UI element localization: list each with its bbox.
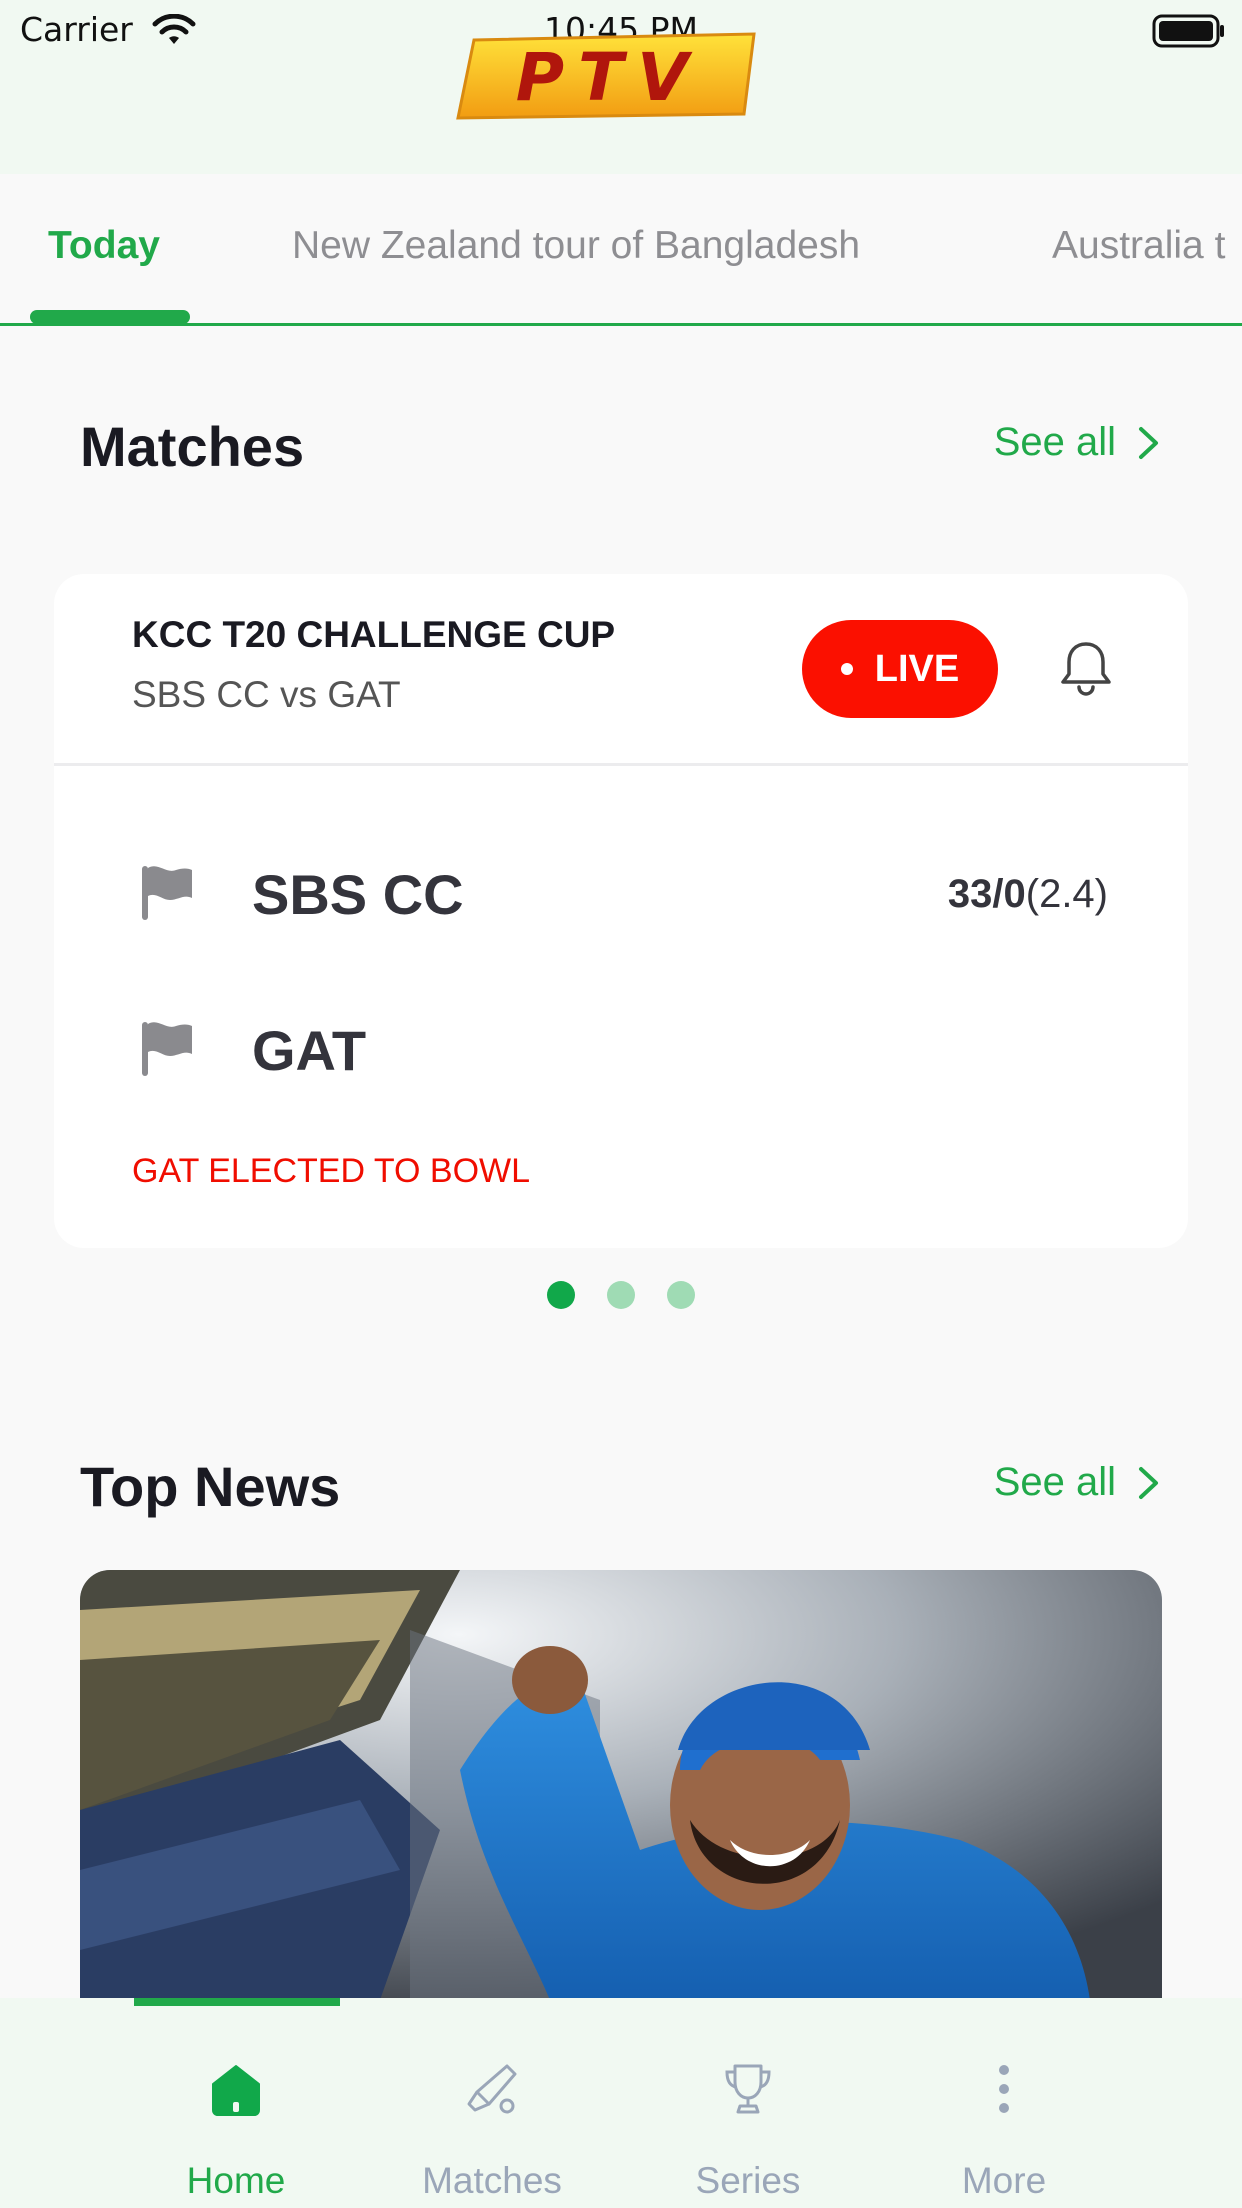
nav-more-label: More xyxy=(961,2160,1047,2201)
tab-new-zealand-tour[interactable]: New Zealand tour of Bangladesh xyxy=(292,224,860,268)
tab-indicator xyxy=(30,310,190,323)
nav-series-label: Series xyxy=(695,2160,801,2201)
team-row: SBS CC 33/0(2.4) xyxy=(54,846,1188,936)
top-header: Carrier 10:45 PM PTV xyxy=(0,0,1242,174)
flag-icon xyxy=(142,866,192,920)
cricket-bat-icon xyxy=(467,2064,517,2114)
flag-icon xyxy=(142,1022,192,1076)
nav-indicator xyxy=(134,1998,340,2006)
nav-matches-label: Matches xyxy=(422,2160,562,2201)
pager-dot[interactable] xyxy=(607,1281,635,1309)
carousel-pager xyxy=(0,1281,1242,1309)
series-name: KCC T20 CHALLENGE CUP xyxy=(132,614,616,655)
ptv-logo: PTV xyxy=(456,32,756,120)
top-news-title: Top News xyxy=(80,1455,341,1518)
series-tabs: Today New Zealand tour of Bangladesh Aus… xyxy=(0,174,1242,326)
nav-matches[interactable]: Matches xyxy=(364,2060,620,2202)
nav-home[interactable]: Home xyxy=(108,2060,364,2202)
match-status: GAT ELECTED TO BOWL xyxy=(132,1152,531,1190)
chevron-right-icon xyxy=(1139,1466,1158,1499)
news-photo xyxy=(80,1570,1162,2000)
match-card[interactable]: KCC T20 CHALLENGE CUP SBS CC vs GAT LIVE… xyxy=(54,574,1188,1248)
pager-dot-active[interactable] xyxy=(547,1281,575,1309)
match-card-header: KCC T20 CHALLENGE CUP SBS CC vs GAT LIVE xyxy=(54,574,1188,766)
trophy-icon xyxy=(725,2064,771,2114)
team-name: SBS CC xyxy=(252,863,464,926)
matches-see-all-button[interactable]: See all xyxy=(994,420,1162,465)
bell-icon[interactable] xyxy=(1056,638,1116,698)
team-score: 33/0(2.4) xyxy=(948,872,1108,917)
tab-today[interactable]: Today xyxy=(48,224,160,268)
team-name: GAT xyxy=(252,1019,367,1082)
home-icon xyxy=(212,2065,260,2116)
live-dot xyxy=(840,663,853,675)
nav-more[interactable]: More xyxy=(876,2060,1132,2202)
fixture-label: SBS CC vs GAT xyxy=(132,674,401,715)
tab-australia[interactable]: Australia t xyxy=(1052,224,1225,268)
see-all-label: See all xyxy=(993,1460,1116,1504)
more-vertical-icon xyxy=(999,2065,1009,2113)
news-image[interactable] xyxy=(80,1570,1162,2000)
battery-icon xyxy=(1152,14,1224,48)
live-label: LIVE xyxy=(874,647,960,690)
svg-text:PTV: PTV xyxy=(516,39,702,116)
live-badge: LIVE xyxy=(802,620,998,718)
nav-series[interactable]: Series xyxy=(620,2060,876,2202)
matches-title: Matches xyxy=(80,415,305,478)
bottom-nav: Home Matches Series More xyxy=(0,1998,1242,2208)
overs: (2.4) xyxy=(1025,872,1108,916)
news-see-all-button[interactable]: See all xyxy=(994,1460,1162,1505)
nav-home-label: Home xyxy=(186,2160,286,2201)
runs-wickets: 33/0 xyxy=(947,872,1026,916)
pager-dot[interactable] xyxy=(667,1281,695,1309)
chevron-right-icon xyxy=(1139,426,1158,459)
see-all-label: See all xyxy=(993,420,1116,464)
team-row: GAT xyxy=(54,1002,1188,1092)
